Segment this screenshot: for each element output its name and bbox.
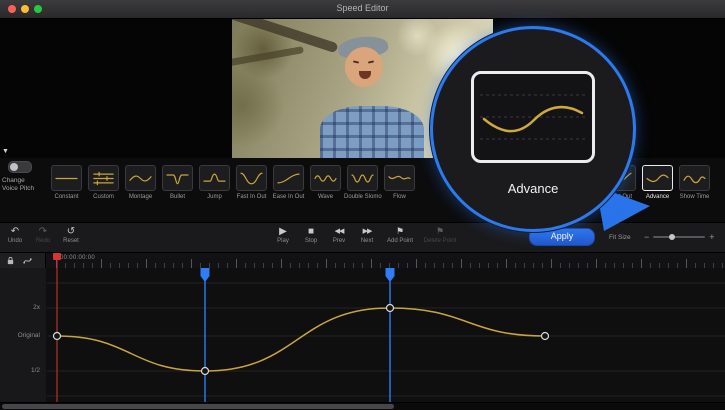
zoom-out-icon[interactable]: − — [644, 232, 649, 242]
curve-tool-icon[interactable] — [23, 256, 32, 265]
play-icon: ▶ — [279, 226, 287, 237]
speed-axis-labels: 2x Original 1/2 — [0, 268, 47, 402]
delete-point-icon: ⚑ — [436, 226, 444, 237]
preset-item-double-slomo[interactable]: Double Slomo — [344, 158, 381, 200]
boy-eye — [368, 60, 374, 63]
preset-curve-icon — [51, 165, 82, 191]
zoom-in-icon[interactable]: + — [709, 232, 714, 242]
voice-pitch-toggle[interactable] — [8, 161, 32, 173]
delete-point-button[interactable]: ⚑ Delete Point — [422, 226, 458, 244]
curve-control-point[interactable] — [54, 333, 61, 340]
ruler-tools — [0, 252, 46, 268]
preset-item-wave[interactable]: Wave — [307, 158, 344, 200]
fit-size-label: Fit Size — [609, 234, 631, 241]
stop-button[interactable]: ■ Stop — [300, 226, 322, 244]
preset-item-montage[interactable]: Montage — [122, 158, 159, 200]
fit-size-slider[interactable]: − + — [644, 231, 720, 243]
preset-item-show-time[interactable]: Show Time — [676, 158, 713, 200]
magnified-preset-thumbnail — [471, 71, 595, 163]
lock-icon[interactable] — [6, 256, 15, 265]
magnified-preset-label: Advance — [433, 181, 633, 196]
preset-label: Bullet — [159, 194, 196, 200]
titlebar: Speed Editor — [0, 0, 725, 19]
y-axis-label: 1/2 — [31, 367, 40, 374]
preset-label: Double Slomo — [344, 194, 381, 200]
preset-item-bullet[interactable]: Bullet — [159, 158, 196, 200]
branch-shape — [232, 46, 304, 67]
preset-label: Ease In Out — [270, 194, 307, 200]
scrollbar-thumb[interactable] — [2, 404, 394, 409]
boy-face — [345, 47, 383, 87]
curve-control-point[interactable] — [542, 333, 549, 340]
toggle-knob — [10, 163, 18, 171]
preset-item-fast-in-out[interactable]: Fast In Out — [233, 158, 270, 200]
preset-curve-icon — [162, 165, 193, 191]
preset-label: Fast In Out — [233, 194, 270, 200]
y-axis-label: 2x — [33, 304, 40, 311]
preset-label: Constant — [48, 194, 85, 200]
preset-curve-icon — [125, 165, 156, 191]
boy-mouth — [359, 71, 371, 79]
preset-curve-icon — [642, 165, 673, 191]
next-icon: ▶▶ — [363, 226, 372, 237]
preset-label: Custom — [85, 194, 122, 200]
transport-group: ▶ Play ■ Stop ◀◀ Prev ▶▶ Next ⚑ Add Poin… — [272, 226, 458, 244]
window-title: Speed Editor — [0, 3, 725, 13]
preset-label: Montage — [122, 194, 159, 200]
play-button[interactable]: ▶ Play — [272, 226, 294, 244]
preset-item-advance[interactable]: Advance — [639, 158, 676, 200]
prev-button[interactable]: ◀◀ Prev — [328, 226, 350, 244]
curve-control-point[interactable] — [387, 305, 394, 312]
preset-label: Wave — [307, 194, 344, 200]
preset-item-custom[interactable]: Custom — [85, 158, 122, 200]
preset-label: Jump — [196, 194, 233, 200]
y-axis-label: Original — [18, 332, 40, 339]
undo-button[interactable]: ↶ Undo — [4, 226, 26, 244]
preset-item-flow[interactable]: Flow — [381, 158, 418, 200]
preset-label: Show Time — [676, 194, 713, 200]
boy-eye — [353, 60, 359, 63]
prev-icon: ◀◀ — [335, 226, 344, 237]
next-button[interactable]: ▶▶ Next — [356, 226, 378, 244]
fit-size-track[interactable] — [653, 236, 705, 238]
preset-label: Flow — [381, 194, 418, 200]
reset-icon: ↺ — [67, 226, 75, 237]
playhead-handle[interactable] — [53, 253, 61, 260]
edit-group: ↶ Undo ↷ Redo ↺ Reset — [4, 226, 82, 244]
undo-icon: ↶ — [11, 226, 19, 237]
preset-curve-icon — [347, 165, 378, 191]
advance-curve-large — [484, 107, 582, 131]
speed-editor-window: Speed Editor ▼ Change Voice Pitch Consta… — [0, 0, 725, 410]
curve-control-point[interactable] — [202, 368, 209, 375]
preset-item-constant[interactable]: Constant — [48, 158, 85, 200]
preset-label: Advance — [639, 194, 676, 200]
preset-curve-icon — [679, 165, 710, 191]
collapse-arrow-icon[interactable]: ▼ — [2, 148, 9, 155]
preset-curve-icon — [199, 165, 230, 191]
redo-button[interactable]: ↷ Redo — [32, 226, 54, 244]
horizontal-scrollbar[interactable] — [0, 402, 725, 410]
voice-pitch-label: Change Voice Pitch — [2, 177, 50, 193]
magnifier-overlay: Advance — [430, 26, 636, 232]
preset-curve-icon — [273, 165, 304, 191]
timeline-ruler[interactable]: 00:00:00:00 — [46, 252, 725, 269]
speed-curve-canvas[interactable] — [46, 268, 725, 402]
add-point-button[interactable]: ⚑ Add Point — [384, 226, 416, 244]
preset-curve-icon — [310, 165, 341, 191]
toolbar: ↶ Undo ↷ Redo ↺ Reset ▶ Play ■ Stop ◀◀ — [0, 222, 725, 253]
fit-size-thumb[interactable] — [669, 234, 675, 240]
preset-curve-icon — [384, 165, 415, 191]
stop-icon: ■ — [308, 226, 314, 237]
preset-strip-left: ConstantCustomMontageBulletJumpFast In O… — [48, 158, 418, 200]
preset-curve-icon — [88, 165, 119, 191]
boy-shirt — [320, 106, 424, 158]
preset-curve-icon — [236, 165, 267, 191]
preset-item-jump[interactable]: Jump — [196, 158, 233, 200]
preset-item-ease-in-out[interactable]: Ease In Out — [270, 158, 307, 200]
add-point-icon: ⚑ — [396, 226, 404, 237]
redo-icon: ↷ — [39, 226, 47, 237]
timecode: 00:00:00:00 — [60, 255, 95, 261]
reset-button[interactable]: ↺ Reset — [60, 226, 82, 244]
